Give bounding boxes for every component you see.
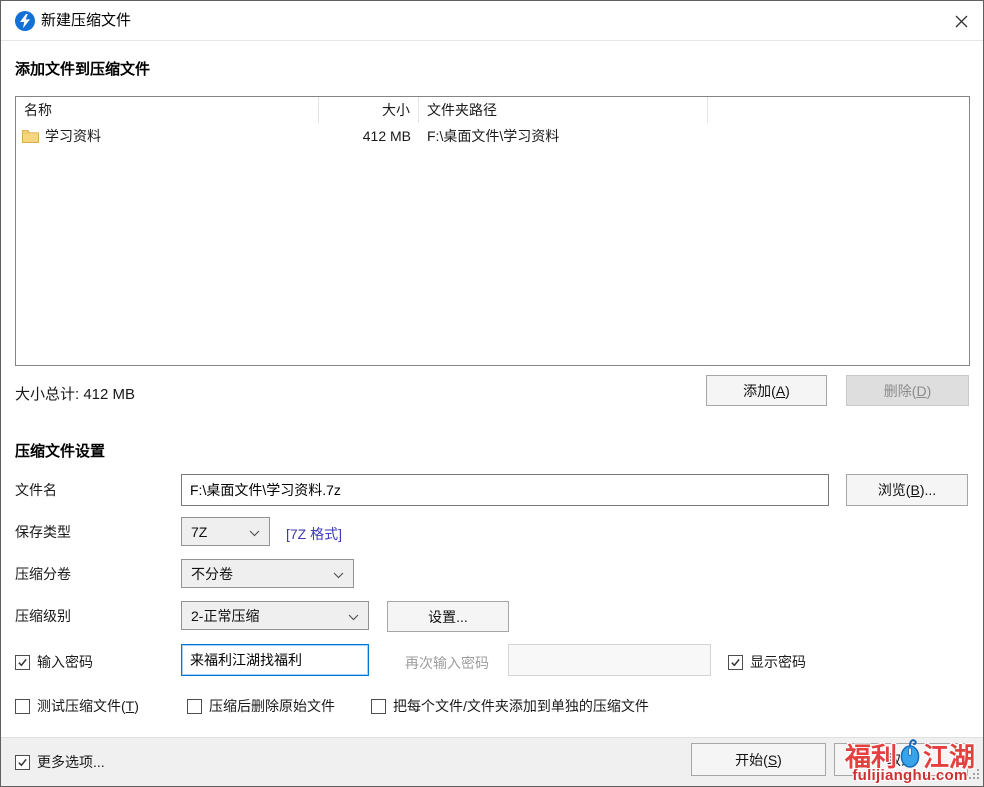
app-icon (15, 11, 35, 31)
file-path: F:\桌面文件\学习资料 (419, 123, 708, 149)
confirm-password-label: 再次输入密码 (405, 653, 489, 673)
format-select[interactable]: 7Z (181, 517, 270, 546)
folder-icon (22, 129, 39, 143)
filename-label: 文件名 (15, 474, 57, 506)
level-select[interactable]: 2-正常压缩 (181, 601, 369, 630)
test-archive-label: 测试压缩文件(T) (37, 696, 139, 716)
level-label: 压缩级别 (15, 601, 71, 630)
checkbox-checked-icon (15, 755, 30, 770)
save-type-label: 保存类型 (15, 517, 71, 546)
cancel-button[interactable]: 取消 (834, 743, 968, 776)
file-size: 412 MB (319, 123, 419, 149)
file-list[interactable]: 名称 大小 文件夹路径 学习资料 412 MB F:\桌面文件\学习资料 (15, 96, 970, 366)
chevron-down-icon (348, 608, 359, 624)
delete-after-checkbox[interactable]: 压缩后删除原始文件 (187, 696, 335, 716)
column-header-name[interactable]: 名称 (16, 97, 319, 123)
settings-section-header: 压缩文件设置 (15, 440, 105, 461)
add-section-header: 添加文件到压缩文件 (15, 58, 150, 79)
password-checkbox[interactable]: 输入密码 (15, 652, 93, 672)
checkbox-unchecked-icon (371, 699, 386, 714)
more-options-label: 更多选项... (37, 752, 105, 772)
add-button[interactable]: 添加(A) (706, 375, 827, 406)
more-options-checkbox[interactable]: 更多选项... (15, 752, 105, 772)
checkbox-unchecked-icon (15, 699, 30, 714)
column-header-filler (708, 97, 969, 123)
start-button[interactable]: 开始(S) (691, 743, 826, 776)
column-header-size[interactable]: 大小 (319, 97, 419, 123)
new-archive-dialog: 新建压缩文件 添加文件到压缩文件 名称 大小 文件夹路径 (0, 0, 984, 787)
format-info-link[interactable]: [7Z 格式] (286, 524, 342, 544)
split-select[interactable]: 不分卷 (181, 559, 354, 588)
file-name-cell: 学习资料 (16, 123, 319, 149)
file-list-header: 名称 大小 文件夹路径 (16, 97, 969, 123)
title-bar: 新建压缩文件 (1, 1, 983, 41)
total-size-label: 大小总计: 412 MB (15, 383, 135, 404)
checkbox-checked-icon (15, 655, 30, 670)
split-label: 压缩分卷 (15, 559, 71, 588)
separate-archives-checkbox[interactable]: 把每个文件/文件夹添加到单独的压缩文件 (371, 696, 649, 716)
delete-after-label: 压缩后删除原始文件 (209, 696, 335, 716)
separate-archives-label: 把每个文件/文件夹添加到单独的压缩文件 (393, 696, 649, 716)
password-checkbox-label: 输入密码 (37, 652, 93, 672)
table-row[interactable]: 学习资料 412 MB F:\桌面文件\学习资料 (16, 123, 969, 149)
test-archive-checkbox[interactable]: 测试压缩文件(T) (15, 696, 139, 716)
browse-button[interactable]: 浏览(B)... (846, 474, 968, 506)
close-button[interactable] (939, 1, 983, 41)
checkbox-unchecked-icon (187, 699, 202, 714)
column-header-path[interactable]: 文件夹路径 (419, 97, 708, 123)
filename-input[interactable] (181, 474, 829, 506)
resize-grip[interactable] (967, 767, 981, 784)
confirm-password-input[interactable] (508, 644, 711, 676)
show-password-label: 显示密码 (750, 652, 806, 672)
password-input[interactable] (181, 644, 369, 676)
window-title: 新建压缩文件 (41, 1, 131, 41)
chevron-down-icon (333, 566, 344, 582)
level-settings-button[interactable]: 设置... (387, 601, 509, 632)
delete-button[interactable]: 删除(D) (846, 375, 969, 406)
format-value: 7Z (191, 524, 207, 540)
show-password-checkbox[interactable]: 显示密码 (728, 652, 806, 672)
row-filler (708, 123, 969, 149)
split-value: 不分卷 (191, 564, 233, 584)
checkbox-checked-icon (728, 655, 743, 670)
file-name: 学习资料 (45, 126, 101, 146)
chevron-down-icon (249, 524, 260, 540)
close-icon (955, 15, 968, 28)
level-value: 2-正常压缩 (191, 606, 259, 626)
